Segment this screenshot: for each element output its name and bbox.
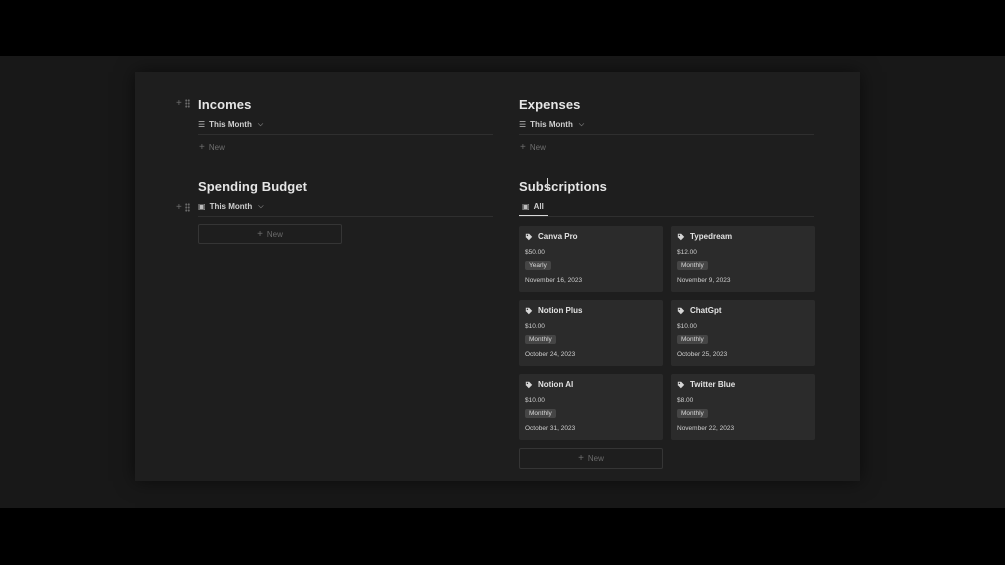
card-name: Canva Pro <box>538 232 578 241</box>
subscriptions-view-tab[interactable]: ▣ All <box>522 202 544 211</box>
list-icon: ☰ <box>198 120 206 129</box>
card-title-row: Notion AI <box>525 380 573 389</box>
incomes-title: Incomes <box>198 97 252 112</box>
chevron-down-icon: ⌵ <box>578 120 585 128</box>
subscriptions-title: Subscriptions <box>519 179 607 194</box>
plus-icon[interactable]: + <box>176 98 182 109</box>
incomes-divider <box>198 134 493 135</box>
incomes-view-label: This Month <box>209 120 252 129</box>
card-title-row: Twitter Blue <box>677 380 735 389</box>
plus-icon: + <box>257 228 263 240</box>
card-date: November 9, 2023 <box>677 277 731 284</box>
incomes-new-button[interactable]: + New <box>199 142 225 153</box>
tag-icon <box>525 381 533 388</box>
incomes-view-tab[interactable]: ☰ This Month ⌵ <box>198 120 263 129</box>
expenses-view-tab[interactable]: ☰ This Month ⌵ <box>519 120 584 129</box>
list-icon: ☰ <box>519 120 527 129</box>
expenses-new-button[interactable]: + New <box>520 142 546 153</box>
card-title-row: ChatGpt <box>677 306 722 315</box>
tag-icon <box>525 307 533 314</box>
card-name: ChatGpt <box>690 306 722 315</box>
expenses-view-label: This Month <box>530 120 573 129</box>
incomes-block-handles: + <box>176 98 190 109</box>
card-name: Notion Plus <box>538 306 583 315</box>
card-price: $10.00 <box>677 323 697 330</box>
plus-icon: + <box>520 142 526 153</box>
subscriptions-new-button[interactable]: + New <box>519 448 663 469</box>
tag-icon <box>677 307 685 314</box>
subscriptions-divider <box>519 216 814 217</box>
spending-budget-view-tab[interactable]: ▣ This Month ⌵ <box>198 202 264 211</box>
subscription-card[interactable]: Notion AI $10.00 Monthly October 31, 202… <box>519 374 663 440</box>
card-date: October 25, 2023 <box>677 351 728 358</box>
expenses-title: Expenses <box>519 97 581 112</box>
card-title-row: Canva Pro <box>525 232 578 241</box>
letterbox-bottom <box>0 508 1005 565</box>
incomes-new-label: New <box>208 143 225 152</box>
subscriptions-tab-label: All <box>533 202 544 211</box>
subscription-card[interactable]: Notion Plus $10.00 Monthly October 24, 2… <box>519 300 663 366</box>
spending-budget-title: Spending Budget <box>198 179 308 194</box>
cycle-badge: Monthly <box>525 409 556 418</box>
plus-icon: + <box>199 142 205 153</box>
card-date: November 16, 2023 <box>525 277 583 284</box>
cycle-badge: Monthly <box>677 409 708 418</box>
card-price: $50.00 <box>525 249 545 256</box>
chevron-down-icon: ⌵ <box>258 202 264 210</box>
card-price: $10.00 <box>525 397 545 404</box>
cycle-badge: Yearly <box>525 261 551 270</box>
spending-budget-new-label: New <box>266 229 283 239</box>
text-cursor <box>547 178 548 190</box>
tag-icon <box>525 233 533 240</box>
expenses-new-label: New <box>529 143 546 152</box>
gallery-icon: ▣ <box>522 202 530 211</box>
subscription-card[interactable]: Typedream $12.00 Monthly November 9, 202… <box>671 226 815 292</box>
letterbox-top <box>0 0 1005 56</box>
spending-budget-block-handles: + <box>176 202 190 213</box>
tag-icon <box>677 381 685 388</box>
card-title-row: Notion Plus <box>525 306 582 315</box>
card-title-row: Typedream <box>677 232 732 241</box>
card-price: $12.00 <box>677 249 697 256</box>
gallery-icon: ▣ <box>198 202 206 211</box>
subscription-card[interactable]: Canva Pro $50.00 Yearly November 16, 202… <box>519 226 663 292</box>
spending-budget-new-button[interactable]: + New <box>198 224 342 244</box>
card-date: October 24, 2023 <box>525 351 576 358</box>
card-name: Notion AI <box>538 380 574 389</box>
subscription-card[interactable]: ChatGpt $10.00 Monthly October 25, 2023 <box>671 300 815 366</box>
expenses-divider <box>519 134 814 135</box>
notion-page: + Incomes ☰ This Month ⌵ + New Expenses … <box>135 72 860 481</box>
card-date: November 22, 2023 <box>677 425 735 432</box>
stage: + Incomes ☰ This Month ⌵ + New Expenses … <box>0 56 1005 508</box>
cycle-badge: Monthly <box>677 335 708 344</box>
plus-icon: + <box>578 453 584 464</box>
plus-icon[interactable]: + <box>176 202 182 213</box>
subscription-card[interactable]: Twitter Blue $8.00 Monthly November 22, … <box>671 374 815 440</box>
tag-icon <box>677 233 685 240</box>
card-name: Twitter Blue <box>690 380 736 389</box>
chevron-down-icon: ⌵ <box>257 120 264 128</box>
card-name: Typedream <box>690 232 733 241</box>
spending-budget-view-label: This Month <box>209 202 253 211</box>
cycle-badge: Monthly <box>677 261 708 270</box>
cycle-badge: Monthly <box>525 335 556 344</box>
card-price: $8.00 <box>677 397 694 404</box>
card-date: October 31, 2023 <box>525 425 576 432</box>
card-price: $10.00 <box>525 323 545 330</box>
subscriptions-new-label: New <box>587 454 604 463</box>
drag-handle-icon[interactable] <box>184 99 190 108</box>
spending-budget-divider <box>198 216 493 217</box>
drag-handle-icon[interactable] <box>184 203 190 212</box>
